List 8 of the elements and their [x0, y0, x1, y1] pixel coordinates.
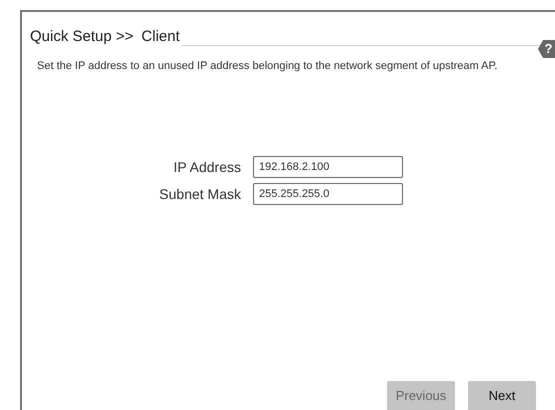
breadcrumb-section: Quick Setup >> — [30, 26, 134, 48]
field-label: Subnet Mask — [158, 184, 242, 204]
input-field[interactable]: 192.168.2.100 — [253, 156, 403, 178]
description-text: Set the IP address to an unused IP address belonging to the network segment of upstream AP. — [36, 58, 498, 74]
input-field[interactable]: 255.255.255.0 — [253, 183, 403, 205]
page-title: Client — [141, 27, 180, 47]
nav-button[interactable]: Next — [468, 381, 536, 410]
field-label: IP Address — [172, 158, 242, 176]
